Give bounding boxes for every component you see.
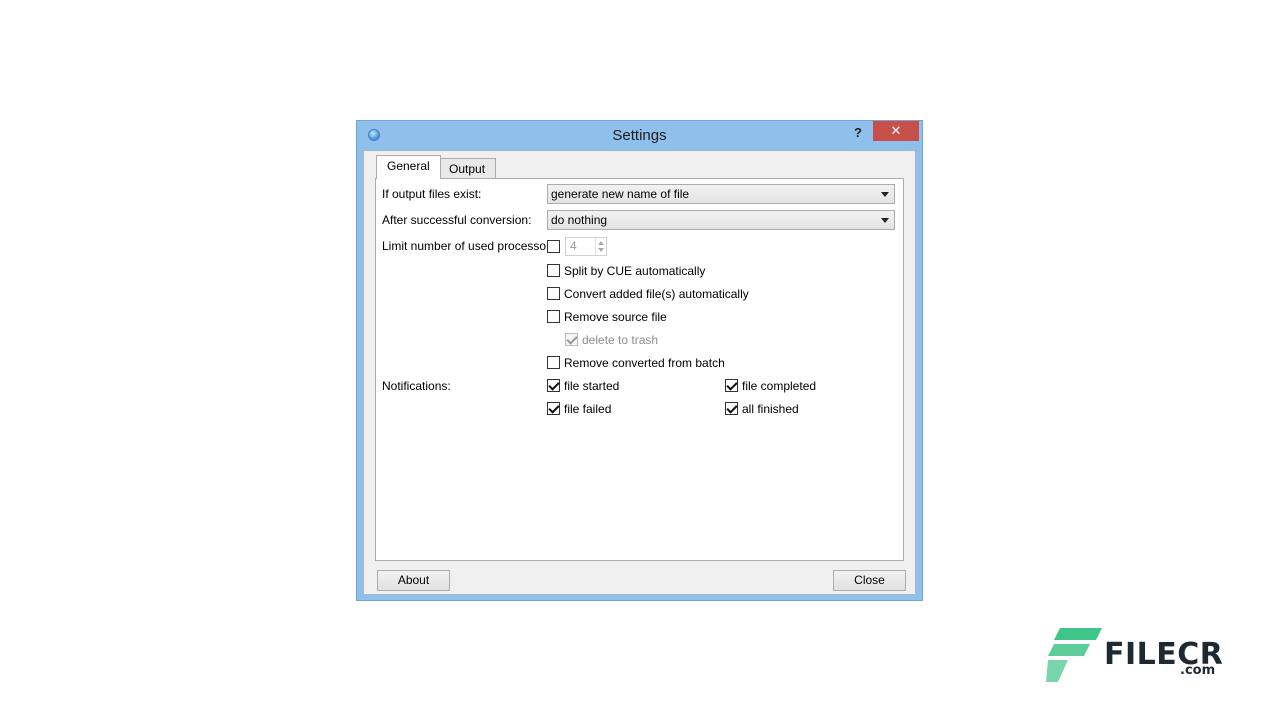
about-button[interactable]: About — [377, 570, 450, 591]
split-by-cue-checkbox[interactable] — [547, 264, 560, 277]
notify-file-failed-label: file failed — [564, 402, 612, 416]
after-conversion-dropdown[interactable]: do nothing — [547, 210, 895, 230]
processors-value: 4 — [570, 239, 577, 253]
remove-converted-checkbox[interactable] — [547, 356, 560, 369]
if-output-exists-value: generate new name of file — [551, 187, 690, 201]
remove-source-checkbox[interactable] — [547, 310, 560, 323]
after-conversion-value: do nothing — [551, 213, 608, 227]
chevron-down-icon — [881, 218, 889, 223]
notify-file-started-label: file started — [564, 379, 620, 393]
window-close-button[interactable]: ✕ — [873, 121, 919, 141]
if-output-exists-dropdown[interactable]: generate new name of file — [547, 184, 895, 204]
if-output-exists-label: If output files exist: — [382, 187, 482, 201]
limit-processors-checkbox[interactable] — [547, 240, 560, 253]
notify-file-failed-checkbox[interactable] — [547, 402, 560, 415]
window-title: Settings — [612, 127, 667, 144]
filecr-logo-icon — [1046, 628, 1102, 682]
split-by-cue-label: Split by CUE automatically — [564, 264, 706, 278]
convert-automatically-checkbox[interactable] — [547, 287, 560, 300]
notify-file-started-checkbox[interactable] — [547, 379, 560, 392]
title-bar: Settings ? ✕ — [357, 121, 922, 149]
notify-all-finished-label: all finished — [742, 402, 799, 416]
settings-window: Settings ? ✕ General Output If output fi… — [356, 120, 923, 601]
delete-to-trash-label: delete to trash — [582, 333, 659, 347]
after-conversion-label: After successful conversion: — [382, 213, 532, 227]
tab-general[interactable]: General — [376, 155, 441, 179]
general-panel: If output files exist: generate new name… — [375, 178, 904, 561]
spin-down-icon[interactable] — [598, 248, 604, 252]
close-button[interactable]: Close — [833, 570, 906, 591]
remove-source-label: Remove source file — [564, 310, 667, 324]
chevron-down-icon — [881, 192, 889, 197]
processors-spinbox[interactable]: 4 — [565, 237, 607, 256]
notify-file-completed-label: file completed — [742, 379, 817, 393]
help-button[interactable]: ? — [850, 124, 866, 142]
convert-automatically-label: Convert added file(s) automatically — [564, 287, 749, 301]
notify-file-completed-checkbox[interactable] — [725, 379, 738, 392]
watermark-suffix: .com — [1180, 663, 1216, 678]
tab-output[interactable]: Output — [438, 158, 497, 179]
filecr-watermark: FILECR .com — [1046, 628, 1223, 684]
dialog-client-area: General Output If output files exist: ge… — [363, 150, 916, 595]
spin-up-icon[interactable] — [598, 241, 604, 245]
notify-all-finished-checkbox[interactable] — [725, 402, 738, 415]
delete-to-trash-checkbox[interactable] — [565, 333, 578, 346]
limit-processors-label: Limit number of used processors: — [382, 239, 560, 253]
remove-converted-label: Remove converted from batch — [564, 356, 725, 370]
notifications-label: Notifications: — [382, 379, 451, 393]
